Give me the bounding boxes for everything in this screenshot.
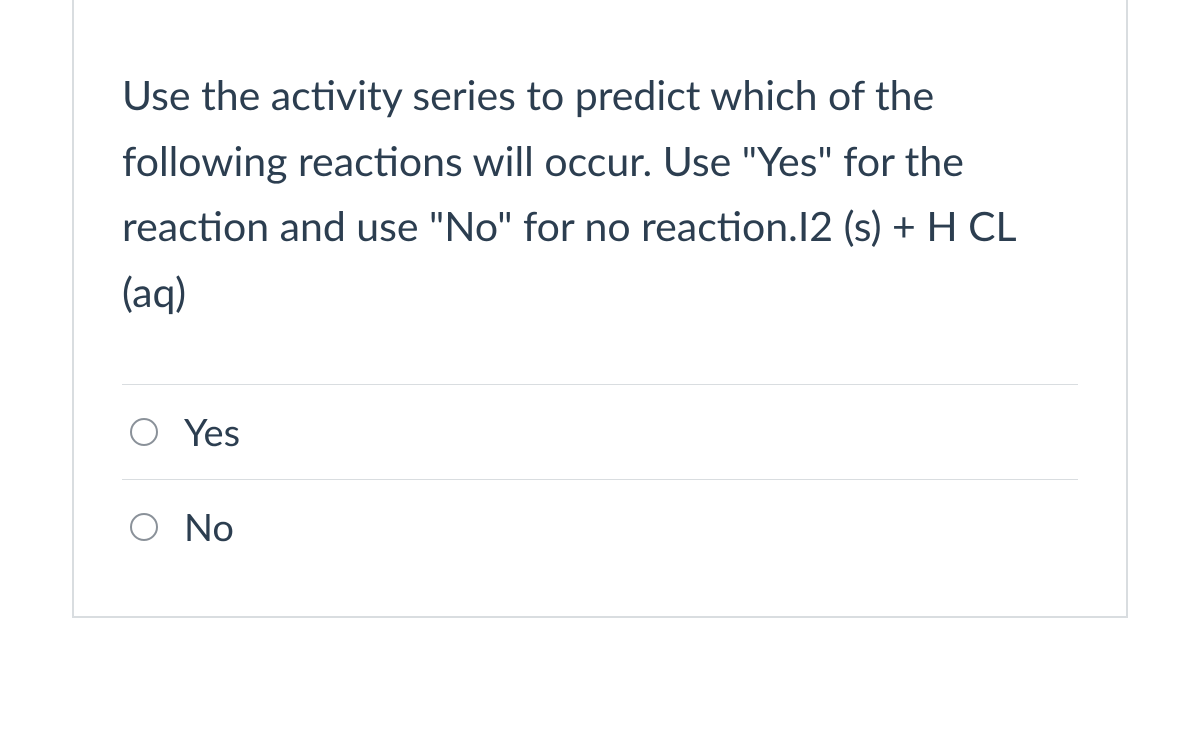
option-label: Yes: [184, 409, 240, 455]
option-no[interactable]: No: [122, 479, 1078, 574]
radio-button-icon[interactable]: [130, 513, 158, 541]
question-card: Use the activity series to predict which…: [72, 0, 1128, 618]
options-group: Yes No: [122, 384, 1078, 574]
radio-button-icon[interactable]: [130, 418, 158, 446]
question-text: Use the activity series to predict which…: [122, 62, 1078, 324]
option-yes[interactable]: Yes: [122, 384, 1078, 479]
option-label: No: [184, 504, 234, 550]
